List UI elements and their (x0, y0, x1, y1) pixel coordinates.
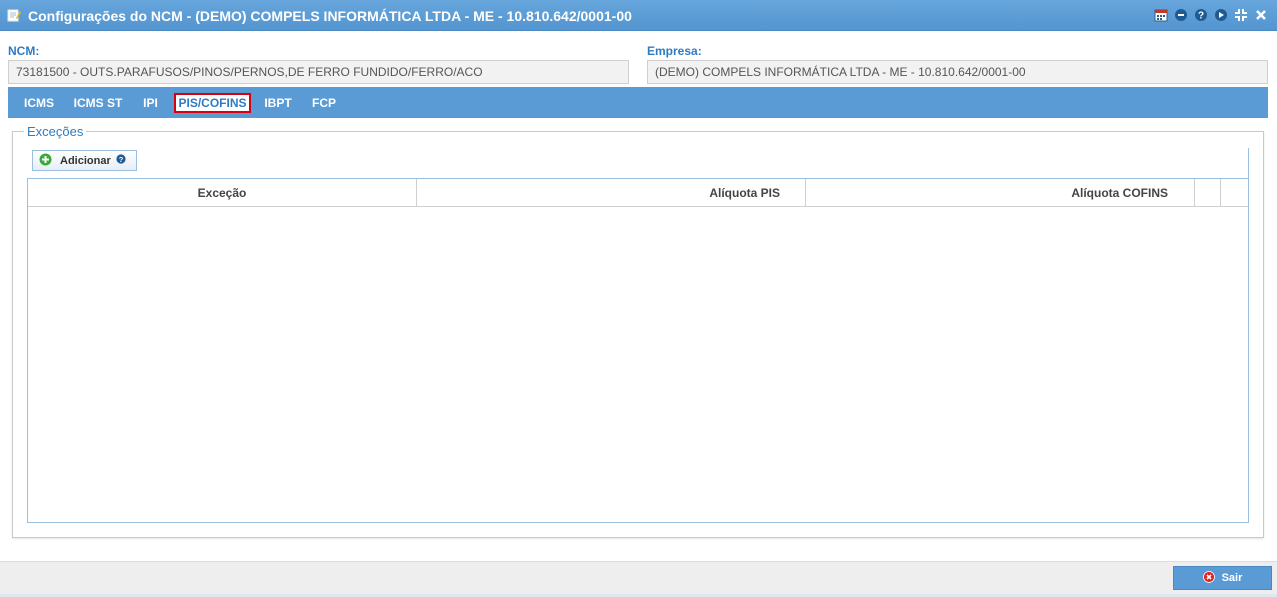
add-icon (39, 153, 52, 169)
empresa-label: Empresa: (647, 44, 702, 58)
close-icon[interactable] (1253, 7, 1269, 23)
grid-body (28, 208, 1248, 522)
help-icon[interactable]: ? (116, 154, 126, 167)
column-header-aliquota-cofins[interactable]: Alíquota COFINS (806, 179, 1195, 207)
exit-button-label: Sair (1221, 572, 1243, 584)
tab-icms-st[interactable]: ICMS ST (70, 93, 126, 113)
play-icon[interactable] (1213, 7, 1229, 23)
add-button-label: Adicionar (60, 154, 111, 167)
exit-button[interactable]: Sair (1173, 566, 1272, 590)
tab-bar: ICMS ICMS ST IPI PIS/COFINS IBPT FCP (8, 87, 1268, 118)
help-icon[interactable]: ? (1193, 7, 1209, 23)
tab-ibpt[interactable]: IBPT (261, 93, 295, 113)
footer-bar (0, 561, 1277, 597)
resize-icon[interactable] (1233, 7, 1249, 23)
calendar-icon[interactable] (1153, 7, 1169, 23)
grid-header: Exceção Alíquota PIS Alíquota COFINS (28, 179, 1248, 207)
tab-pis-cofins[interactable]: PIS/COFINS (174, 93, 251, 113)
ncm-field[interactable]: 73181500 - OUTS.PARAFUSOS/PINOS/PERNOS,D… (8, 60, 629, 84)
empresa-field[interactable]: (DEMO) COMPELS INFORMÁTICA LTDA - ME - 1… (647, 60, 1268, 84)
window-actions: ? (1153, 7, 1269, 23)
edit-document-icon (7, 8, 21, 22)
column-header-action (1195, 179, 1221, 207)
column-header-aliquota-pis[interactable]: Alíquota PIS (417, 179, 806, 207)
minimize-icon[interactable] (1173, 7, 1189, 23)
exit-icon (1202, 570, 1215, 586)
tab-icms[interactable]: ICMS (18, 93, 60, 113)
excecoes-legend: Exceções (24, 124, 87, 139)
add-button[interactable]: Adicionar ? (32, 150, 137, 171)
title-bar[interactable]: Configurações do NCM - (DEMO) COMPELS IN… (0, 0, 1277, 31)
svg-text:?: ? (118, 155, 123, 164)
ncm-config-window: Configurações do NCM - (DEMO) COMPELS IN… (0, 0, 1277, 597)
window-title: Configurações do NCM - (DEMO) COMPELS IN… (28, 8, 632, 24)
excecoes-grid: Exceção Alíquota PIS Alíquota COFINS (27, 178, 1249, 523)
column-header-excecao[interactable]: Exceção (28, 179, 417, 207)
tab-fcp[interactable]: FCP (305, 93, 343, 113)
column-header-scroll (1221, 179, 1248, 207)
svg-text:?: ? (1198, 11, 1204, 22)
ncm-label: NCM: (8, 44, 40, 58)
tab-ipi[interactable]: IPI (137, 93, 164, 113)
